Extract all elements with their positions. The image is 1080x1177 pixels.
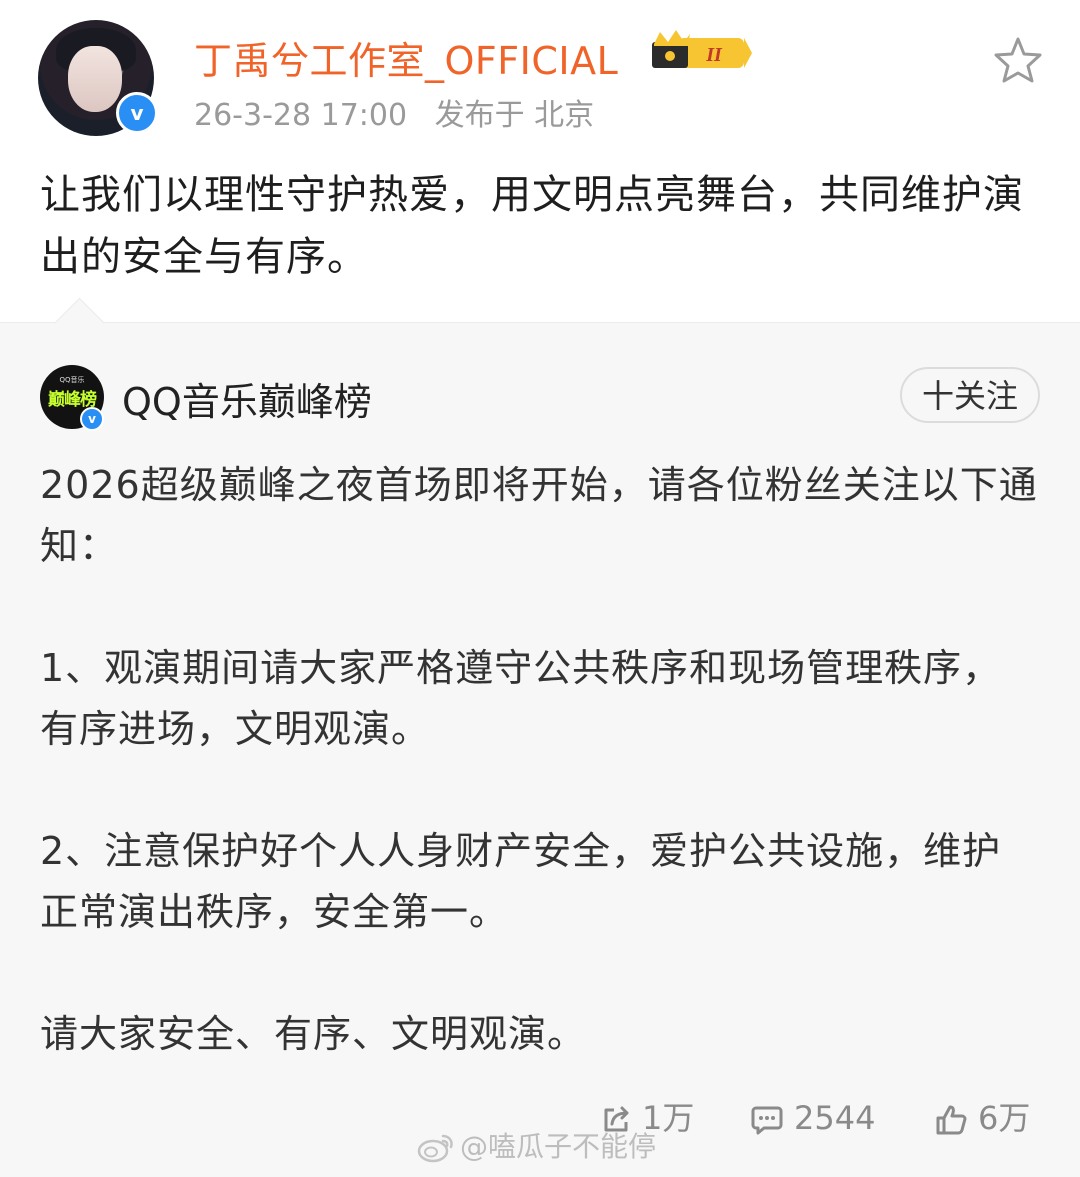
verified-icon: v xyxy=(80,407,104,431)
watermark-text: @嗑瓜子不能停 xyxy=(460,1130,657,1163)
poster-avatar[interactable]: v xyxy=(38,20,158,136)
comment-count: 2544 xyxy=(794,1099,876,1137)
post-text: 让我们以理性守护热爱，用文明点亮舞台，共同维护演出的安全与有序。 xyxy=(40,172,1024,280)
star-icon[interactable] xyxy=(992,36,1044,84)
post-location: 发布于 北京 xyxy=(434,98,595,133)
like-icon xyxy=(936,1105,967,1135)
verified-icon: v xyxy=(116,92,158,134)
quote-notch xyxy=(54,297,105,348)
avatar-small-text: QQ音乐 xyxy=(59,376,85,384)
quoted-text: 2026超级巅峰之夜首场即将开始，请各位粉丝关注以下通知： 1、观演期间请大家严… xyxy=(40,455,1040,1065)
follow-button[interactable]: 十关注 xyxy=(900,367,1040,423)
avatar-face xyxy=(68,46,122,112)
vip-crown-icon[interactable]: II xyxy=(648,30,752,74)
like-count: 6万 xyxy=(978,1099,1031,1137)
post-timestamp: 26-3-28 17:00 xyxy=(194,98,408,133)
quoted-post[interactable]: QQ音乐 巅峰榜 v QQ音乐巅峰榜 十关注 2026超级巅峰之夜首场即将开始，… xyxy=(0,297,1080,1177)
quoted-paragraph: 2026超级巅峰之夜首场即将开始，请各位粉丝关注以下通知： xyxy=(40,463,1038,568)
poster-name[interactable]: 丁禹兮工作室_OFFICIAL xyxy=(194,30,618,85)
quoted-author-avatar[interactable]: QQ音乐 巅峰榜 v xyxy=(40,365,104,431)
quoted-paragraph: 请大家安全、有序、文明观演。 xyxy=(40,1012,587,1056)
vip-level: II xyxy=(705,44,723,66)
quoted-author-name[interactable]: QQ音乐巅峰榜 xyxy=(122,371,372,426)
watermark: @嗑瓜子不能停 xyxy=(416,1129,656,1165)
comment-icon xyxy=(751,1106,783,1135)
quoted-paragraph: 1、观演期间请大家严格遵守公共秩序和现场管理秩序，有序进场，文明观演。 xyxy=(40,646,1002,751)
like-button[interactable]: 6万 xyxy=(934,1093,1030,1143)
quoted-paragraph: 2、注意保护好个人人身财产安全，爱护公共设施，维护正常演出秩序，安全第一。 xyxy=(40,829,1002,934)
weibo-logo-icon xyxy=(417,1134,453,1163)
comment-button[interactable]: 2544 xyxy=(750,1093,875,1143)
post-meta: 26-3-28 17:00 发布于 北京 xyxy=(194,90,594,134)
